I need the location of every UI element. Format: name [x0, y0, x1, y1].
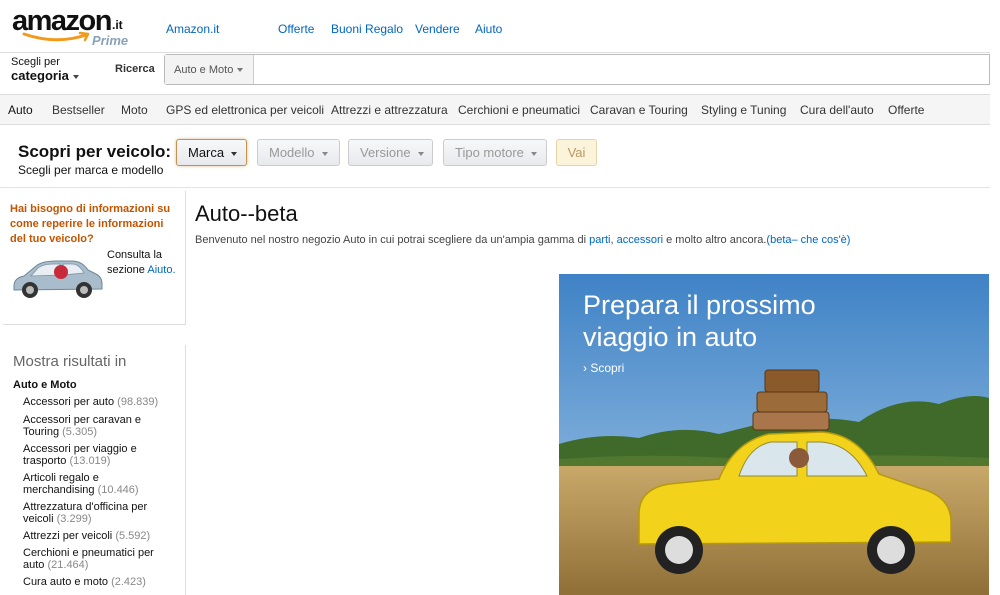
result-item[interactable]: Cerchioni e pneumatici per auto (21.464): [23, 547, 173, 571]
logo-prime: Prime: [92, 33, 129, 48]
caret-down-icon: [231, 151, 238, 156]
help-text: Consulta la sezione Aiuto.: [107, 249, 176, 276]
top-link-vendere[interactable]: Vendere: [415, 22, 460, 36]
result-item[interactable]: Cura auto e moto (2.423): [23, 576, 173, 588]
search-label: Ricerca: [115, 63, 155, 75]
subnav-gps[interactable]: GPS ed elettronica per veicoli: [166, 103, 324, 117]
subnav-caravan[interactable]: Caravan e Touring: [590, 103, 688, 117]
page-title: Auto--beta: [195, 201, 298, 226]
subnav-auto[interactable]: Auto: [8, 103, 33, 117]
select-marca[interactable]: Marca: [176, 139, 247, 166]
caret-down-icon: [72, 74, 79, 79]
logo-tld: .it: [112, 18, 123, 32]
banner-headline: Prepara il prossimo viaggio in auto: [583, 290, 816, 352]
caret-down-icon: [237, 68, 244, 73]
caret-down-icon: [417, 151, 424, 156]
caret-down-icon: [530, 151, 537, 156]
search-input[interactable]: [255, 55, 989, 84]
result-item[interactable]: Attrezzi per veicoli (5.592): [23, 530, 173, 542]
car-icon: [13, 260, 103, 298]
category-menu-label: categoria: [11, 68, 79, 83]
help-aiuto-link[interactable]: Aiuto.: [147, 264, 175, 276]
vehicle-selector: Scopri per veicolo: Scegli per marca e m…: [0, 126, 990, 188]
results-title: Mostra risultati in: [13, 353, 127, 370]
subnav: Auto Bestseller Moto GPS ed elettronica …: [0, 94, 990, 125]
caret-down-icon: [321, 151, 328, 156]
vehicle-subtitle: Scegli per marca e modello: [18, 163, 164, 177]
header: amazon .it Prime Amazon.it Offerte Buoni…: [0, 0, 990, 52]
link-beta[interactable]: (beta– che cos'è): [766, 234, 850, 246]
smile-arrow-icon: [22, 31, 90, 42]
subnav-styling[interactable]: Styling e Tuning: [701, 103, 786, 117]
help-box: Hai bisogno di informazioni su come repe…: [3, 191, 186, 325]
top-link-offerte[interactable]: Offerte: [278, 22, 314, 36]
category-menu-small: Scegli per: [11, 56, 60, 68]
help-title: Hai bisogno di informazioni su come repe…: [10, 203, 171, 245]
results-panel: Mostra risultati in Auto e Moto Accessor…: [3, 345, 186, 595]
select-modello[interactable]: Modello: [257, 139, 340, 166]
result-item[interactable]: Accessori per caravan e Touring (5.305): [23, 414, 173, 438]
result-item[interactable]: Accessori per viaggio e trasporto (13.01…: [23, 443, 173, 467]
search-scope-dropdown[interactable]: Auto e Moto: [165, 55, 254, 84]
link-parti[interactable]: parti: [589, 234, 610, 246]
results-category[interactable]: Auto e Moto: [13, 379, 77, 391]
vehicle-title: Scopri per veicolo:: [18, 142, 172, 161]
top-link-aiuto[interactable]: Aiuto: [475, 22, 502, 36]
banner-scopri-link[interactable]: › Scopri: [583, 361, 624, 375]
subnav-offerte[interactable]: Offerte: [888, 103, 924, 117]
search-box: Auto e Moto: [164, 54, 990, 85]
promo-banner[interactable]: Prepara il prossimo viaggio in auto › Sco…: [559, 274, 989, 595]
result-item[interactable]: Articoli regalo e merchandising (10.446): [23, 472, 173, 496]
link-accessori[interactable]: accessori: [617, 234, 663, 246]
subnav-moto[interactable]: Moto: [121, 103, 148, 117]
subnav-attrezzi[interactable]: Attrezzi e attrezzatura: [331, 103, 448, 117]
search-row: Scegli per categoria Ricerca Auto e Moto: [0, 52, 990, 85]
top-link-amazon-it[interactable]: Amazon.it: [166, 22, 219, 36]
select-versione[interactable]: Versione: [348, 139, 433, 166]
subnav-bestseller[interactable]: Bestseller: [52, 103, 105, 117]
select-tipo-motore[interactable]: Tipo motore: [443, 139, 547, 166]
vai-button[interactable]: Vai: [556, 139, 597, 166]
welcome-text: Benvenuto nel nostro negozio Auto in cui…: [195, 234, 851, 246]
subnav-cerchioni[interactable]: Cerchioni e pneumatici: [458, 103, 580, 117]
result-item[interactable]: Accessori per auto (98.839): [23, 396, 173, 408]
top-link-buoni-regalo[interactable]: Buoni Regalo: [331, 22, 403, 36]
amazon-logo[interactable]: amazon .it Prime: [12, 5, 132, 48]
result-item[interactable]: Attrezzatura d'officina per veicoli (3.2…: [23, 501, 173, 525]
subnav-cura[interactable]: Cura dell'auto: [800, 103, 874, 117]
